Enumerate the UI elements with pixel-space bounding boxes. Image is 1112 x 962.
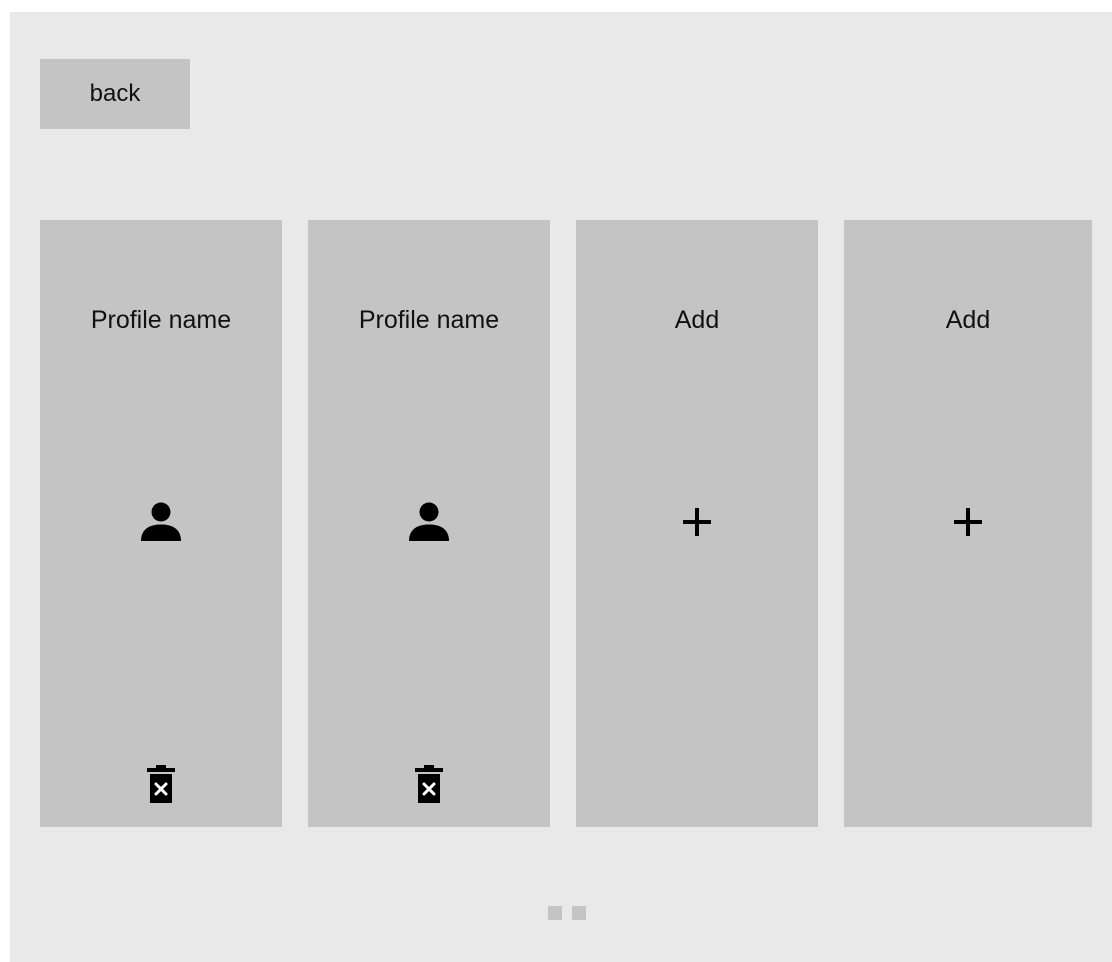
trash-x-icon (147, 765, 175, 803)
add-label: Add (674, 306, 720, 334)
plus-icon (675, 500, 719, 544)
delete-profile-button[interactable] (141, 762, 181, 806)
profile-card[interactable]: Profile name (308, 220, 550, 827)
add-label: Add (945, 306, 991, 334)
page-dot[interactable] (572, 906, 586, 920)
plus-icon (946, 500, 990, 544)
person-icon (139, 500, 183, 544)
add-profile-card[interactable]: Add (576, 220, 818, 827)
profile-card[interactable]: Profile name (40, 220, 282, 827)
back-button[interactable]: back (40, 59, 190, 129)
profile-selection-screen: back Profile name Profile name Add Add (10, 12, 1112, 962)
page-dot[interactable] (548, 906, 562, 920)
person-icon (407, 500, 451, 544)
pagination-indicator (548, 906, 586, 920)
profile-name-label: Profile name (90, 306, 232, 334)
delete-profile-button[interactable] (409, 762, 449, 806)
add-profile-card[interactable]: Add (844, 220, 1092, 827)
trash-x-icon (415, 765, 443, 803)
profile-name-label: Profile name (358, 306, 500, 334)
